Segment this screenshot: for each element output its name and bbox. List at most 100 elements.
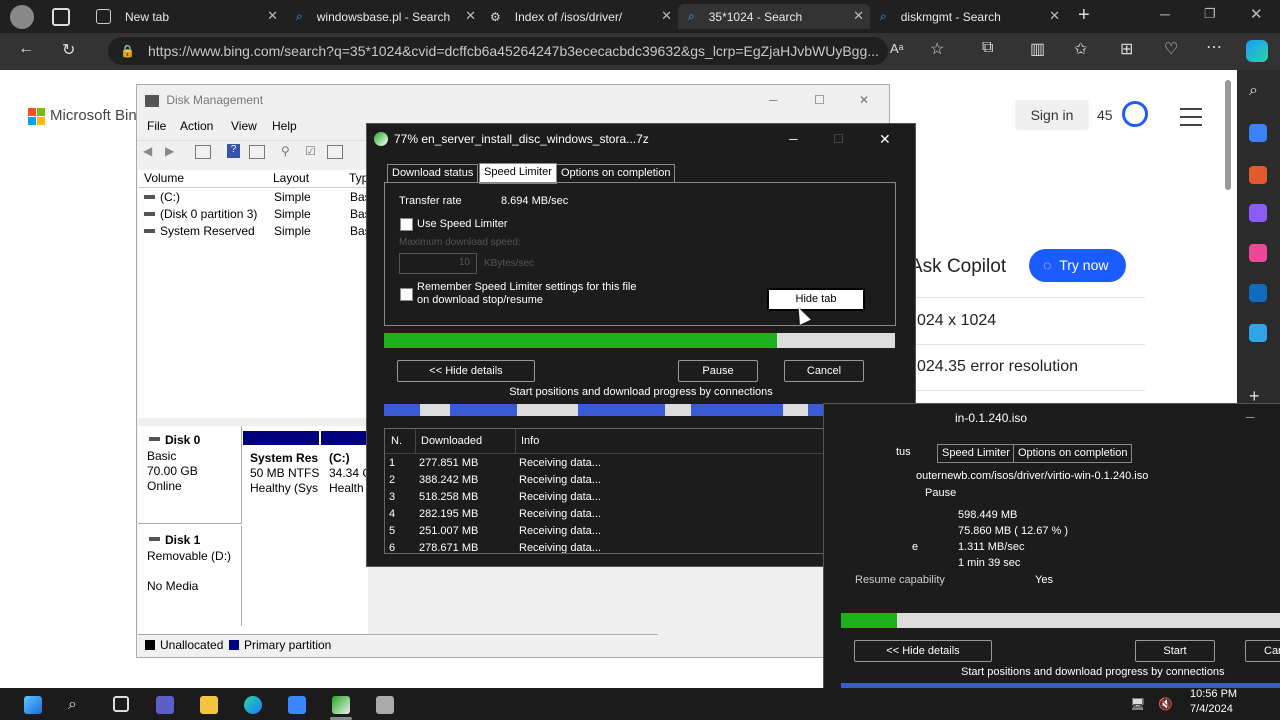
file-explorer-icon[interactable] [200,696,218,714]
drop-icon[interactable] [1249,324,1267,342]
list-icon[interactable] [249,145,265,159]
table-row[interactable]: 6 278.671 MB Receiving data... [385,539,605,554]
console-icon[interactable] [195,145,211,159]
new-tab-button[interactable]: + [1078,4,1090,27]
chat-app-icon[interactable] [156,696,174,714]
minimize-icon[interactable]: ─ [769,85,778,115]
menu-view[interactable]: View [231,119,257,133]
hide-details-button[interactable]: << Hide details [397,360,535,382]
list-item[interactable]: System Reserved Simple Bas [138,222,371,239]
disk0-label[interactable]: Disk 0 Basic 70.00 GB Online [138,426,242,524]
table-row[interactable]: 4 282.195 MB Receiving data... [385,505,605,522]
outlook-icon[interactable] [1249,284,1267,302]
disk1-label[interactable]: Disk 1 Removable (D:) No Media [138,526,242,626]
hide-tab-button[interactable]: Hide tab [767,288,865,311]
volume-icon[interactable]: 🔇 [1158,697,1173,711]
table-row[interactable]: 2 388.242 MB Receiving data... [385,471,605,488]
connect-icon[interactable]: ⚲ [281,144,290,158]
tab-speed-limiter[interactable]: Speed Limiter [479,163,557,184]
menu-help[interactable]: Help [272,119,297,133]
cancel-button[interactable]: Car [1245,640,1280,662]
list-item[interactable]: (C:) Simple Bas [138,188,371,205]
tab-download-status[interactable]: Download status [387,164,479,183]
task-view-icon[interactable] [113,696,129,712]
help-icon[interactable]: ? [227,144,240,158]
try-now-button[interactable]: ◌ Try now [1029,249,1126,282]
network-icon[interactable]: 🖥 [1130,697,1145,711]
minimize-icon[interactable]: ─ [1246,410,1255,424]
games-icon[interactable] [1249,204,1267,222]
idm-taskbar-icon[interactable] [332,696,350,714]
column-header[interactable]: Volume [144,171,184,185]
close-icon[interactable]: ✕ [879,124,891,154]
shopping-icon[interactable] [1249,124,1267,142]
minimize-icon[interactable]: ─ [1160,6,1170,22]
column-header[interactable]: N. [391,435,402,447]
tab-35-1024-search[interactable]: ⌕ 35*1024 - Search ✕ [678,4,870,29]
properties-icon[interactable] [327,145,343,159]
start-icon[interactable] [24,696,42,714]
app-icon[interactable] [376,696,394,714]
column-header[interactable]: Layout [273,171,309,185]
clock-time[interactable]: 10:56 PM [1190,688,1237,700]
menu-action[interactable]: Action [180,119,213,133]
close-window-icon[interactable]: ✕ [1250,5,1263,23]
remember-settings-checkbox[interactable] [400,288,413,301]
split-screen-icon[interactable]: ▥ [1030,39,1045,59]
favorite-star-icon[interactable]: ☆ [930,39,944,59]
list-item[interactable]: (Disk 0 partition 3) Simple Bas [138,205,371,222]
search-icon[interactable]: ⌕ [1249,82,1267,100]
store-icon[interactable] [288,696,306,714]
page-scrollbar[interactable] [1225,80,1231,190]
tab-new-tab[interactable]: New tab ✕ [88,4,284,29]
column-header[interactable]: Downloaded [421,435,482,447]
pause-button[interactable]: Pause [678,360,758,382]
back-arrow-icon[interactable]: ← [18,40,34,58]
start-button[interactable]: Start [1135,640,1215,662]
copilot-icon[interactable] [1246,40,1268,62]
back-icon[interactable]: ◀ [143,144,152,158]
rewards-icon[interactable] [1122,101,1148,127]
sign-in-button[interactable]: Sign in [1015,100,1089,130]
tab-index-isos-driver[interactable]: ⚙ Index of /isos/driver/ ✕ [482,4,678,29]
table-row[interactable]: 1 277.851 MB Receiving data... [385,454,605,471]
edge-browser-icon[interactable] [244,696,262,714]
partition-system-reserved[interactable]: System Res 50 MB NTFS Healthy (Sys [243,431,319,519]
clock-date[interactable]: 7/4/2024 [1190,703,1233,715]
partition-c[interactable]: (C:) 34.34 G Health [321,431,368,519]
close-icon[interactable]: ✕ [853,8,864,24]
performance-icon[interactable]: ♡ [1164,39,1178,59]
maximize-icon[interactable]: ☐ [814,85,825,115]
add-icon[interactable]: + [1249,386,1267,406]
close-icon[interactable]: ✕ [1049,8,1060,24]
copilot-sidebar-icon[interactable] [1249,244,1267,262]
cancel-button[interactable]: Cancel [784,360,864,382]
more-menu-icon[interactable]: ⋯ [1206,37,1222,57]
read-aloud-icon[interactable]: Aᵃ [890,41,904,56]
close-icon[interactable]: ✕ [859,85,869,115]
minimize-icon[interactable]: ─ [789,124,798,154]
search-icon[interactable]: ⌕ [68,696,86,714]
tab-windowsbase-search[interactable]: ⌕ windowsbase.pl - Search ✕ [286,4,482,29]
max-speed-input[interactable]: 10 [399,253,477,274]
extensions-icon[interactable]: ⧉ [982,39,993,57]
tab-options-on-completion[interactable]: Options on completion [1013,444,1133,463]
tab-download-status[interactable]: tus [892,444,915,461]
suggestion-item[interactable]: 024.35 error resolution [917,358,1078,376]
profile-avatar[interactable] [10,5,34,29]
tab-options-on-completion[interactable]: Options on completion [556,164,676,183]
check-icon[interactable]: ☑ [305,144,316,158]
table-row[interactable]: 5 251.007 MB Receiving data... [385,522,605,539]
forward-icon[interactable]: ▶ [165,144,174,158]
menu-file[interactable]: File [147,119,166,133]
close-icon[interactable]: ✕ [465,8,476,24]
hide-details-button[interactable]: << Hide details [854,640,992,662]
use-speed-limiter-checkbox[interactable] [400,218,413,231]
column-header[interactable]: Info [521,435,539,447]
tab-speed-limiter[interactable]: Speed Limiter [937,444,1015,463]
address-bar[interactable]: 🔒 https://www.bing.com/search?q=35*1024&… [108,37,888,65]
rewards-points[interactable]: 45 [1097,107,1113,123]
tab-diskmgmt-search[interactable]: ⌕ diskmgmt - Search ✕ [870,4,1066,29]
table-row[interactable]: 3 518.258 MB Receiving data... [385,488,605,505]
refresh-icon[interactable]: ↻ [62,40,75,60]
